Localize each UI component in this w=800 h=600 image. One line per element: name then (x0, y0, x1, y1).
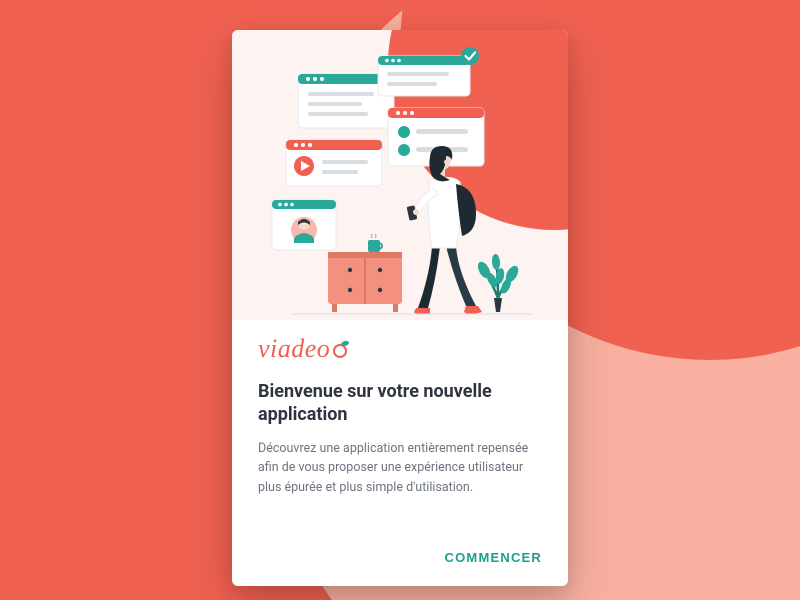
onboarding-body: Découvrez une application entièrement re… (258, 439, 542, 497)
brand-logo-mark-icon (333, 344, 347, 358)
play-card-icon (286, 140, 382, 186)
avatar-card-icon (272, 200, 336, 250)
onboarding-content: viadeo Bienvenue sur votre nouvelle appl… (232, 320, 568, 497)
brand-logo-text: viadeo (258, 334, 330, 364)
checkmark-badge-icon (461, 47, 479, 65)
illustration-svg (232, 30, 568, 320)
cta-row: COMMENCER (445, 547, 542, 566)
background: viadeo Bienvenue sur votre nouvelle appl… (0, 0, 800, 600)
onboarding-screen: viadeo Bienvenue sur votre nouvelle appl… (232, 30, 568, 586)
brand-logo: viadeo (258, 334, 542, 364)
plant-icon (475, 254, 520, 312)
onboarding-headline: Bienvenue sur votre nouvelle application (258, 380, 542, 427)
dresser-icon (328, 252, 402, 312)
woman-with-phone-icon (407, 146, 482, 315)
hero-illustration (232, 30, 568, 320)
mug-icon (368, 234, 382, 252)
list-card-icon (378, 56, 470, 96)
start-button[interactable]: COMMENCER (445, 550, 542, 565)
